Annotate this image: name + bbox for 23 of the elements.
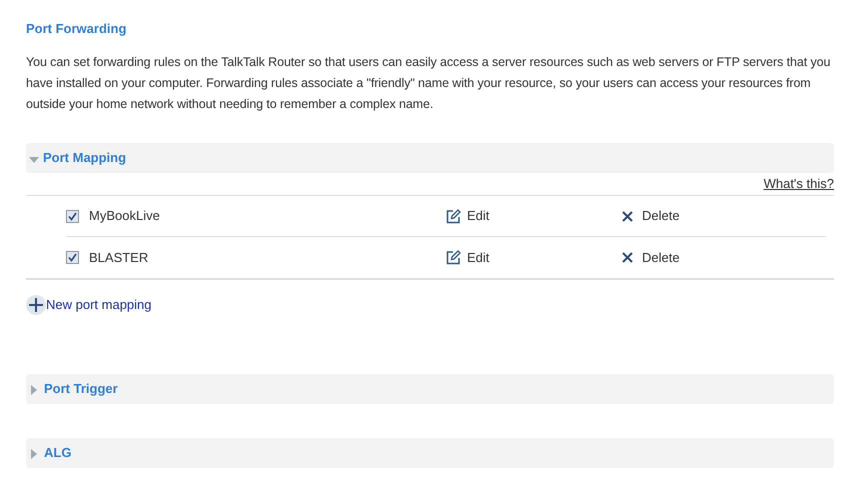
edit-icon <box>446 250 461 265</box>
new-port-mapping-link[interactable]: New port mapping <box>26 295 152 315</box>
whats-this-link[interactable]: What's this? <box>764 175 834 193</box>
delete-button[interactable]: Delete <box>622 248 680 268</box>
plus-icon <box>26 295 46 315</box>
close-icon <box>622 252 633 263</box>
edit-button[interactable]: Edit <box>446 206 622 226</box>
page-title: Port Forwarding <box>26 20 128 38</box>
edit-icon <box>446 208 461 224</box>
checkbox[interactable] <box>66 210 79 222</box>
edit-button[interactable]: Edit <box>446 248 622 268</box>
section-header[interactable]: ALG <box>26 438 834 468</box>
delete-button[interactable]: Delete <box>622 206 680 226</box>
mapping-name: MyBookLive <box>89 207 160 226</box>
description-paragraph: You can set forwarding rules on the TalkTalk Router so that users can easily access a server resources such as web servers or FTP servers that you have installed on your computer. Forwarding rules associate a "friendly" name with your resource, so your users can access your resources from outside your home network without needing to remember a complex name. <box>26 54 832 113</box>
caret-down-icon <box>29 156 39 164</box>
close-icon <box>622 210 633 222</box>
caret-right-icon <box>30 384 38 394</box>
checkbox[interactable] <box>66 251 79 264</box>
section-header[interactable]: Port Trigger <box>26 374 834 404</box>
section-header[interactable]: Port Mapping <box>26 143 834 173</box>
caret-right-icon <box>30 448 38 458</box>
mapping-name: BLASTER <box>89 248 148 267</box>
